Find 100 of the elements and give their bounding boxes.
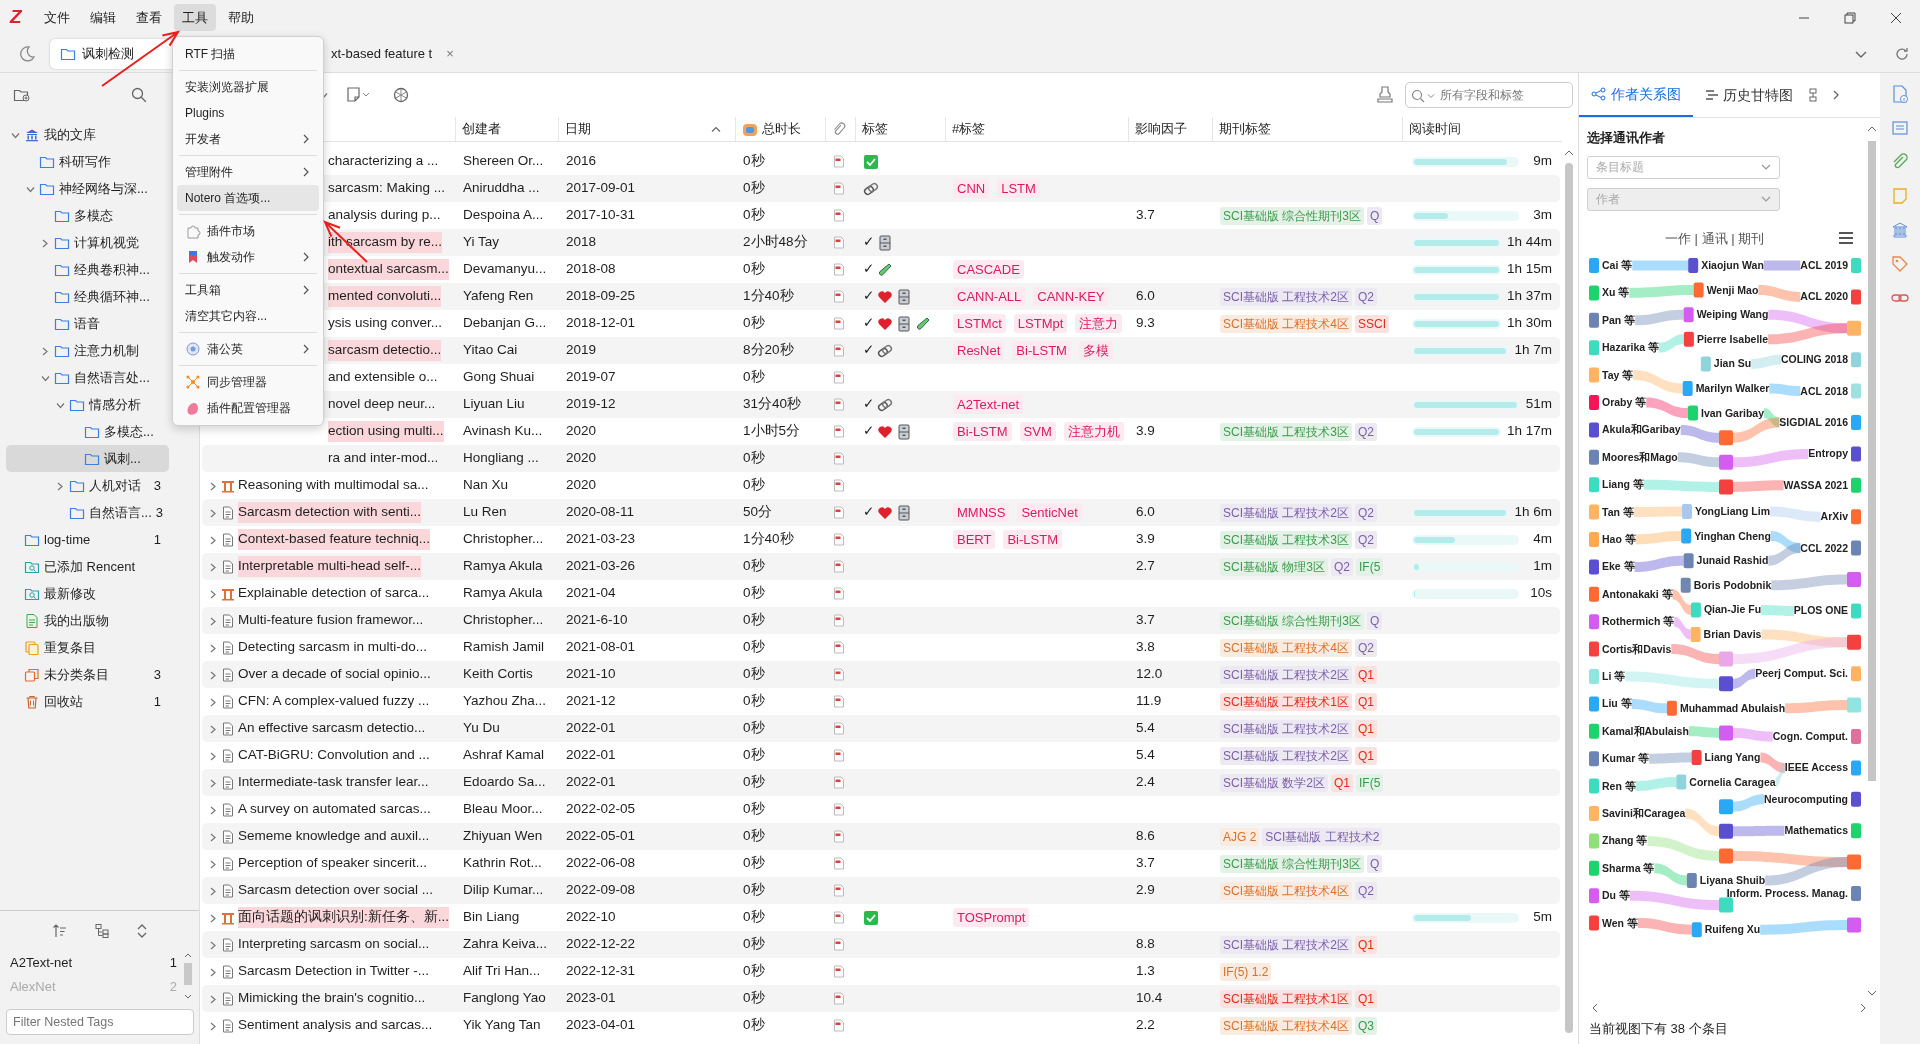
item-title[interactable]: sarcasm: Making ...: [328, 178, 446, 199]
item-title[interactable]: An effective sarcasm detectio...: [238, 718, 426, 739]
collection-item[interactable]: 我的文库: [6, 121, 169, 148]
item-title[interactable]: Sarcasm detection with senti...: [238, 502, 422, 523]
item-title[interactable]: Detecting sarcasm in multi-do...: [238, 637, 428, 658]
menu-item[interactable]: 插件配置管理器: [177, 395, 319, 421]
item-title[interactable]: Interpretable multi-head self-...: [238, 556, 422, 577]
menu-item[interactable]: 查看: [128, 3, 170, 32]
collection-item[interactable]: 自然语言处...: [6, 364, 169, 391]
hashtag[interactable]: BERT: [953, 530, 996, 549]
menu-item[interactable]: 蒲公英: [177, 336, 319, 362]
column-header[interactable]: 创建者: [462, 119, 501, 139]
column-header[interactable]: 影响因子: [1135, 119, 1187, 139]
item-title[interactable]: Sememe knowledge and auxil...: [238, 826, 430, 847]
hashtag[interactable]: CASCADE: [953, 260, 1024, 279]
item-title[interactable]: novel deep neur...: [328, 394, 436, 415]
close-tab-icon[interactable]: ×: [446, 43, 454, 64]
menu-item[interactable]: 开发者: [177, 126, 319, 152]
item-title[interactable]: Over a decade of social opinio...: [238, 664, 431, 685]
tag-item[interactable]: A2Text-net 1: [6, 951, 183, 975]
item-title[interactable]: Intermediate-task transfer lear...: [238, 772, 429, 793]
menu-item[interactable]: Plugins: [177, 100, 319, 126]
collection-item[interactable]: 经典卷积神...: [6, 256, 169, 283]
column-header[interactable]: #标签: [952, 119, 986, 139]
menu-item[interactable]: 同步管理器: [177, 369, 319, 395]
collection-item[interactable]: 人机对话 3: [6, 472, 169, 499]
item-title[interactable]: Multi-feature fusion framewor...: [238, 610, 424, 631]
collection-item[interactable]: 神经网络与深...: [6, 175, 169, 202]
collection-item[interactable]: 讽刺...: [6, 445, 169, 472]
item-title[interactable]: Context-based feature techniq...: [238, 529, 431, 550]
tag-filter-field[interactable]: Filter Nested Tags: [6, 1009, 194, 1035]
pane-tab[interactable]: 作者关系图: [1579, 73, 1693, 117]
hashtag[interactable]: TOSPrompt: [953, 908, 1030, 927]
menu-item[interactable]: 触发动作: [177, 244, 319, 270]
hashtag[interactable]: CNN: [953, 179, 990, 198]
collection-item[interactable]: 自然语言... 3: [6, 499, 169, 526]
item-title[interactable]: A survey on automated sarcas...: [238, 799, 431, 820]
column-header[interactable]: 总时长: [762, 119, 801, 139]
menu-item[interactable]: 工具箱: [177, 277, 319, 303]
menu-item[interactable]: Notero 首选项...: [177, 185, 319, 211]
pane-tab[interactable]: 历史甘特图: [1693, 73, 1805, 117]
item-title[interactable]: Interpreting sarcasm on social...: [238, 934, 430, 955]
item-title[interactable]: characterizing a ...: [328, 151, 439, 172]
collection-item[interactable]: 未分类条目 3: [6, 661, 169, 688]
collection-item[interactable]: 重复条目: [6, 634, 169, 661]
hashtag[interactable]: LSTMpt: [1013, 314, 1068, 333]
collection-item[interactable]: 语音: [6, 310, 169, 337]
hashtag[interactable]: LSTM: [997, 179, 1040, 198]
hashtag[interactable]: 注意力机: [1063, 422, 1124, 441]
collection-item[interactable]: 我的出版物: [6, 607, 169, 634]
item-title[interactable]: and extensible o...: [328, 367, 438, 388]
hashtag[interactable]: LSTMct: [953, 314, 1006, 333]
item-title[interactable]: Sentiment analysis and sarcas...: [238, 1015, 433, 1036]
menu-item[interactable]: 插件市场: [177, 218, 319, 244]
menu-item[interactable]: 工具: [174, 3, 216, 32]
item-title[interactable]: ection using multi...: [328, 421, 444, 442]
collection-item[interactable]: 科研写作: [6, 148, 169, 175]
column-header[interactable]: 日期: [565, 119, 591, 139]
item-title[interactable]: ysis using conver...: [328, 313, 443, 334]
item-title[interactable]: Reasoning with multimodal sa...: [238, 475, 429, 496]
item-title[interactable]: Sarcasm detection over social ...: [238, 880, 434, 901]
item-title[interactable]: sarcasm detectio...: [328, 340, 442, 361]
column-header[interactable]: 期刊标签: [1219, 119, 1271, 139]
column-header[interactable]: 阅读时间: [1409, 119, 1461, 139]
menu-item[interactable]: 编辑: [82, 3, 124, 32]
hashtag[interactable]: 注意力: [1075, 314, 1123, 333]
collection-item[interactable]: 最新修改: [6, 580, 169, 607]
item-title[interactable]: analysis during p...: [328, 205, 441, 226]
collection-item[interactable]: 多模态...: [6, 418, 169, 445]
collection-item[interactable]: 注意力机制: [6, 337, 169, 364]
menu-item[interactable]: 帮助: [220, 3, 262, 32]
collection-item[interactable]: 回收站 1: [6, 688, 169, 715]
item-title[interactable]: ontextual sarcasm...: [328, 259, 449, 280]
item-title[interactable]: Explainable detection of sarca...: [238, 583, 430, 604]
menu-item[interactable]: 管理附件: [177, 159, 319, 185]
hashtag[interactable]: MMNSS: [953, 503, 1010, 522]
menu-item[interactable]: 安装浏览器扩展: [177, 74, 319, 100]
item-title[interactable]: Mimicking the brain's cognitio...: [238, 988, 426, 1009]
item-title[interactable]: CAT-BiGRU: Convolution and ...: [238, 745, 430, 766]
hashtag[interactable]: Bi-LSTM: [953, 422, 1012, 441]
collection-item[interactable]: log-time 1: [6, 526, 169, 553]
hashtag[interactable]: CANN-KEY: [1033, 287, 1109, 306]
hashtag[interactable]: ResNet: [953, 341, 1005, 360]
column-header[interactable]: 标签: [862, 119, 888, 139]
hashtag[interactable]: Bi-LSTM: [1003, 530, 1062, 549]
collection-item[interactable]: 情感分析: [6, 391, 169, 418]
item-title[interactable]: 面向话题的讽刺识别:新任务、新...: [238, 907, 449, 928]
item-title[interactable]: CFN: A complex-valued fuzzy ...: [238, 691, 430, 712]
search-field[interactable]: 所有字段和标签: [1405, 82, 1573, 108]
hashtag[interactable]: SenticNet: [1017, 503, 1082, 522]
menu-item[interactable]: 文件: [36, 3, 78, 32]
item-title[interactable]: ith sarcasm by re...: [328, 232, 443, 253]
hashtag[interactable]: A2Text-net: [953, 395, 1024, 414]
hashtag[interactable]: CANN-ALL: [953, 287, 1026, 306]
collection-item[interactable]: 计算机视觉: [6, 229, 169, 256]
hashtag[interactable]: Bi-LSTM: [1012, 341, 1071, 360]
item-title[interactable]: ra and inter-mod...: [328, 448, 439, 469]
hashtag[interactable]: 多模: [1078, 341, 1113, 360]
menu-item[interactable]: 清空其它内容...: [177, 303, 319, 329]
hashtag[interactable]: SVM: [1019, 422, 1056, 441]
